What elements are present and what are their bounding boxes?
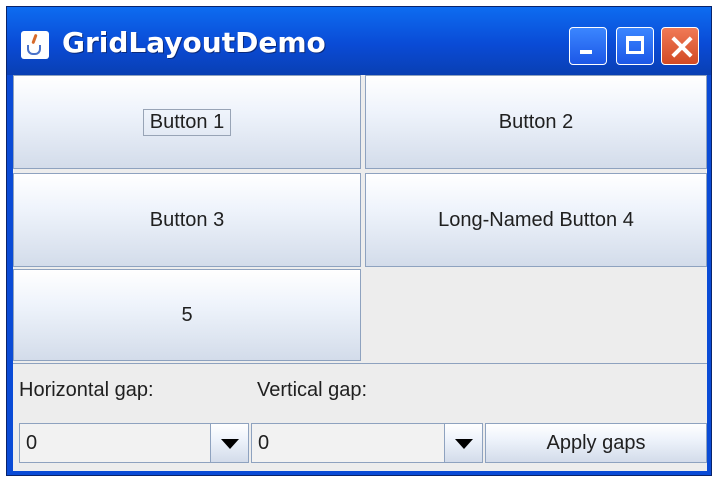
window-title: GridLayoutDemo [62,26,326,59]
vertical-gap-combo[interactable]: 0 [251,423,483,463]
vertical-gap-value: 0 [258,432,270,454]
vertical-gap-dropdown-button[interactable] [444,424,482,462]
app-window: GridLayoutDemo Button 1 Button 2 Button … [6,6,712,476]
chevron-down-icon [221,439,239,449]
minimize-icon [580,50,592,54]
button-1-label: Button 1 [142,108,232,136]
apply-gaps-label: Apply gaps [546,431,646,454]
button-3-label: Button 3 [149,208,225,231]
apply-gaps-button[interactable]: Apply gaps [485,423,707,463]
maximize-icon [626,36,644,54]
chevron-down-icon [455,439,473,449]
close-button[interactable] [661,27,699,65]
content-pane: Button 1 Button 2 Button 3 Long-Named Bu… [13,75,707,471]
close-icon [662,28,700,66]
vertical-gap-label: Vertical gap: [257,379,368,401]
horizontal-gap-combo[interactable]: 0 [19,423,249,463]
maximize-button[interactable] [616,27,654,65]
horizontal-gap-value: 0 [26,432,38,454]
button-1[interactable]: Button 1 [13,75,361,169]
horizontal-gap-label: Horizontal gap: [19,379,154,401]
horizontal-gap-dropdown-button[interactable] [210,424,248,462]
button-2[interactable]: Button 2 [365,75,707,169]
section-divider [13,363,707,364]
button-5[interactable]: 5 [13,269,361,361]
title-bar[interactable]: GridLayoutDemo [7,7,711,75]
button-4-label: Long-Named Button 4 [438,208,634,231]
button-3[interactable]: Button 3 [13,173,361,267]
minimize-button[interactable] [569,27,607,65]
button-5-label: 5 [181,303,193,326]
long-named-button-4[interactable]: Long-Named Button 4 [365,173,707,267]
button-2-label: Button 2 [498,110,574,133]
java-coffee-cup-icon[interactable] [21,31,49,59]
